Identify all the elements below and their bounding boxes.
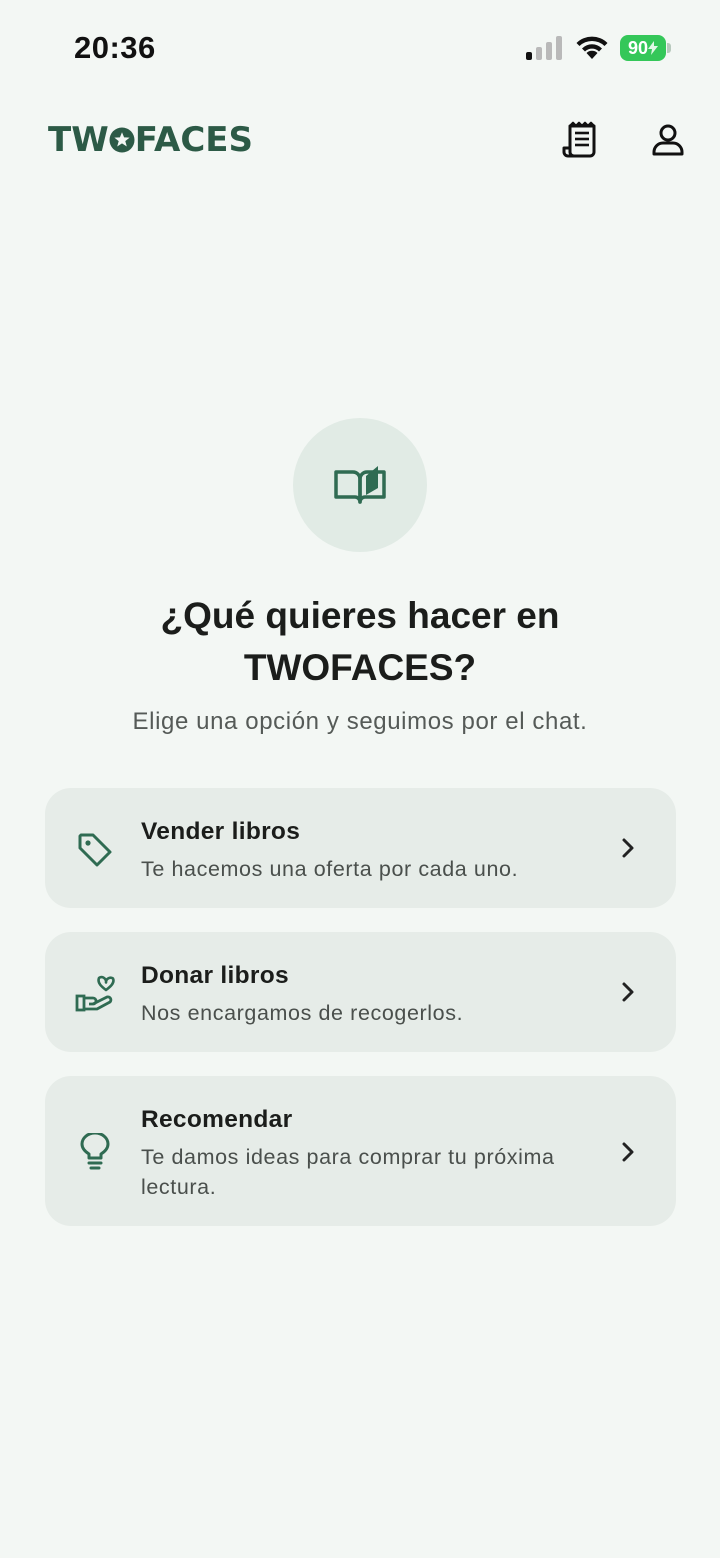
page-title: ¿Qué quieres hacer en TWOFACES? (160, 595, 560, 688)
option-icon-wrap (75, 830, 115, 870)
logo-text-left: TW (48, 120, 109, 160)
chevron-right-icon (622, 1142, 634, 1162)
user-icon (652, 124, 684, 156)
option-sell-books[interactable]: Vender libros Te hacemos una oferta por … (45, 788, 676, 908)
screen: 20:36 90 TW FACES ¿Qué quieres hacer en … (0, 0, 720, 1558)
chevron-right-icon (622, 838, 634, 858)
battery-level: 90 (620, 35, 666, 61)
app-header: TW FACES (0, 100, 720, 180)
bolt-icon (648, 41, 659, 55)
battery-charging-icon: 90 (620, 35, 672, 61)
profile-button[interactable] (646, 118, 690, 162)
option-description: Nos encargamos de recogerlos. (141, 1001, 464, 1025)
page-subtitle: Elige una opción y seguimos por el chat. (132, 708, 588, 735)
cellular-signal-icon (526, 36, 562, 60)
lightbulb-icon (80, 1133, 110, 1170)
battery-percentage: 90 (627, 37, 649, 58)
star-o-logo-icon (109, 127, 135, 153)
twofaces-logo[interactable]: TW FACES (48, 120, 253, 160)
option-icon-wrap (75, 974, 115, 1014)
status-bar: 20:36 90 (0, 0, 720, 96)
option-title: Recomendar (141, 1106, 293, 1133)
heart-hand-icon (75, 975, 115, 1012)
option-description: Te hacemos una oferta por cada uno. (141, 857, 519, 881)
option-recommend[interactable]: Recomendar Te damos ideas para comprar t… (45, 1076, 676, 1226)
receipt-icon (562, 121, 596, 158)
status-time: 20:36 (74, 30, 156, 65)
option-description: Te damos ideas para comprar tu próxima l… (141, 1145, 555, 1199)
tag-icon (78, 833, 112, 867)
chevron-right-icon (622, 982, 634, 1002)
option-title: Vender libros (141, 818, 301, 845)
orders-button[interactable] (558, 118, 602, 162)
battery-nub (667, 43, 671, 53)
option-title: Donar libros (141, 962, 289, 989)
option-icon-wrap (75, 1132, 115, 1172)
wifi-icon (576, 36, 608, 59)
hero-icon-circle (293, 418, 427, 552)
logo-text-right: FACES (134, 120, 254, 160)
option-donate-books[interactable]: Donar libros Nos encargamos de recogerlo… (45, 932, 676, 1052)
open-book-icon (334, 466, 386, 504)
